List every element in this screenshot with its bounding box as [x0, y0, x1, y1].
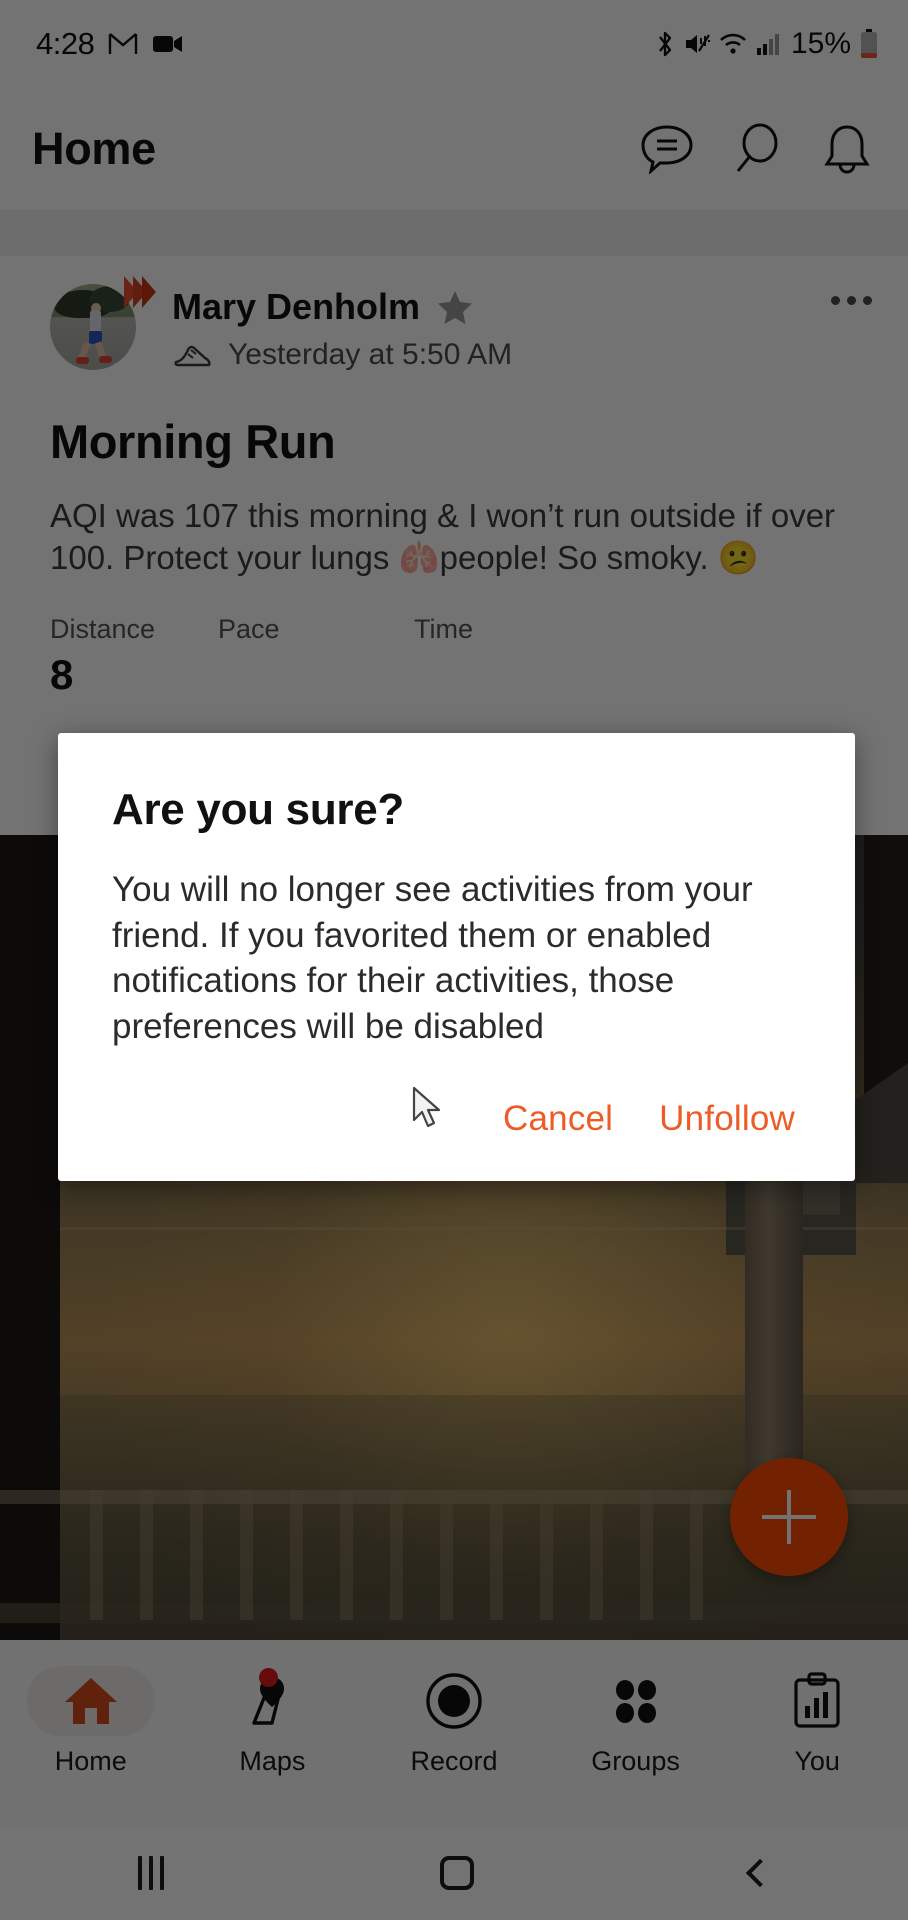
- mouse-cursor: [412, 1086, 446, 1132]
- dialog-actions: Cancel Unfollow: [112, 1091, 801, 1155]
- phone-screen: 4:28: [0, 0, 908, 1920]
- dialog-message: You will no longer see activities from y…: [112, 870, 753, 1046]
- unfollow-confirm-dialog: Are you sure? You will no longer see act…: [58, 733, 855, 1181]
- dialog-title: Are you sure?: [112, 785, 404, 834]
- unfollow-button[interactable]: Unfollow: [653, 1091, 801, 1147]
- cancel-button[interactable]: Cancel: [497, 1091, 619, 1147]
